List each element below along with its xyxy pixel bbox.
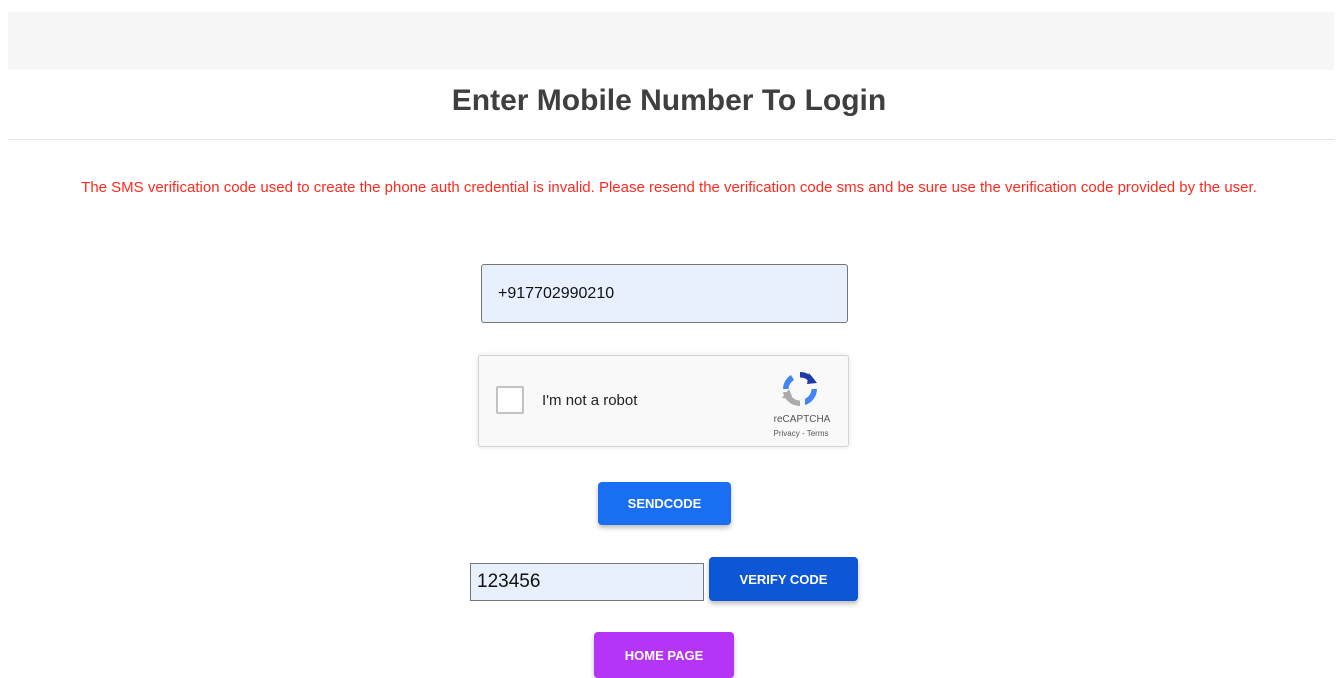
verify-code-button[interactable]: VERIFY CODE (709, 557, 858, 601)
page-title: Enter Mobile Number To Login (451, 84, 887, 117)
error-message: The SMS verification code used to create… (81, 179, 1257, 196)
phone-number-input[interactable] (481, 264, 848, 323)
recaptcha-privacy-terms[interactable]: Privacy - Terms (763, 429, 839, 438)
top-bar (8, 12, 1334, 70)
recaptcha-checkbox[interactable] (496, 386, 524, 414)
divider (8, 139, 1334, 140)
recaptcha-widget: I'm not a robot reCAPTCHA Privacy - Term… (478, 355, 849, 447)
recaptcha-brand: reCAPTCHA (773, 414, 831, 425)
home-page-button[interactable]: HOME PAGE (594, 632, 734, 678)
send-code-button[interactable]: SENDCODE (598, 482, 731, 525)
recaptcha-label: I'm not a robot (542, 392, 638, 409)
recaptcha-logo-icon (782, 371, 817, 407)
verification-code-input[interactable] (470, 563, 704, 601)
